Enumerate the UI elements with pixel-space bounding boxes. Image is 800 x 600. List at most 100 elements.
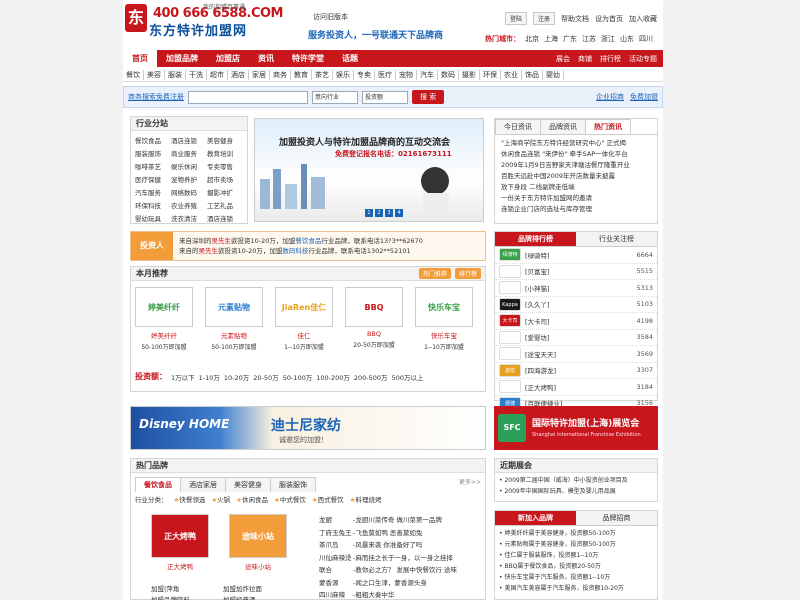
hot-brand-name[interactable]: 川仙麻辣烫 (319, 552, 353, 565)
industry-link[interactable]: 婴幼玩具 (135, 213, 171, 223)
subnav-item[interactable]: 教育 (291, 69, 312, 80)
ticker-brand[interactable]: 数码科技 (282, 247, 308, 255)
industry-link[interactable]: 工艺礼品 (207, 200, 243, 210)
ranking-name[interactable]: [绿骑特] (525, 250, 636, 260)
category-item[interactable]: ★快餐领选 (174, 494, 206, 504)
brand-name[interactable]: 元素贴物 (205, 330, 263, 340)
industry-link[interactable]: 商业服务 (171, 148, 207, 158)
banner-dot[interactable]: 4 (395, 209, 403, 217)
tab-beauty[interactable]: 美容健身 (225, 477, 271, 492)
nav-right-link[interactable]: 商铺 (578, 54, 592, 64)
new-brand-item[interactable]: • 佳仁属于服装服饰，投资额1--10万 (499, 550, 653, 561)
logo-mark[interactable]: 东 (125, 4, 147, 32)
subnav-item[interactable]: 超市 (207, 69, 228, 80)
category-link[interactable]: 快餐领选 (179, 496, 205, 504)
brand-logo[interactable]: JiaRen佳仁 (275, 287, 333, 327)
hot-list-item[interactable]: 丁府玉兔王 -飞鱼莫如鸭 恶善莫如兔 (319, 527, 457, 540)
brand-name[interactable]: 婷美纤纤 (135, 330, 193, 340)
industry-link[interactable]: 摄影冲扩 (207, 187, 243, 197)
category-item[interactable]: ★中式餐饮 (274, 494, 306, 504)
hot-recommend-button[interactable]: 热门推荐 (418, 268, 451, 279)
category-link[interactable]: 休闲食品 (242, 496, 268, 504)
nav-item-topics[interactable]: 话题 (333, 50, 367, 67)
tab-food[interactable]: 餐饮食品 (135, 477, 181, 492)
new-brand-text[interactable]: 快乐车宝属于汽车服务，投资额1--10万 (504, 574, 610, 581)
industry-link[interactable]: 汽车服务 (135, 187, 171, 197)
hot-logo[interactable]: 正大烤鸭 (151, 514, 209, 558)
subnav-item[interactable]: 农业 (501, 69, 522, 80)
subnav-item[interactable]: 美容 (144, 69, 165, 80)
subnav-item[interactable]: 环保 (480, 69, 501, 80)
help-link[interactable]: 帮助文档 (561, 14, 589, 24)
city-link[interactable]: 上海 (544, 34, 558, 44)
industry-link[interactable]: 网络数码 (171, 187, 207, 197)
ranking-name[interactable]: [途宝天天] (525, 349, 636, 359)
ranking-row[interactable]: 大卡司 [大卡司] 4198 (495, 313, 657, 330)
add-favorite-link[interactable]: 加入收藏 (629, 14, 657, 24)
city-link[interactable]: 山东 (620, 34, 634, 44)
hot-brand-name[interactable]: 丁府玉兔王 (319, 527, 353, 540)
hot-list-item[interactable]: 茶爪岛 -风暴来袭 你准备好了吗 (319, 539, 457, 552)
tab-brand-invest[interactable]: 品牌招商 (576, 511, 657, 526)
nav-right-link[interactable]: 排行榜 (600, 54, 621, 64)
industry-link[interactable]: 餐饮食品 (135, 135, 171, 145)
hot-name[interactable]: 正大烤鸭 (151, 561, 209, 571)
category-item[interactable]: ★西式餐饮 (312, 494, 344, 504)
brand-name[interactable]: BBQ (345, 330, 403, 338)
search-label-link[interactable]: 商务搜索免费注册 (128, 92, 184, 102)
tab-brand-news[interactable]: 品牌资讯 (540, 119, 586, 134)
ranking-row[interactable]: [小神猫] 5313 (495, 280, 657, 297)
tab-hotel[interactable]: 酒店家居 (180, 477, 226, 492)
news-item[interactable]: 连锁企业门店的选址与库存管理 (501, 204, 651, 215)
banner-dot[interactable]: 2 (375, 209, 383, 217)
ranking-name[interactable]: [正大烤鸭] (525, 382, 636, 392)
category-item[interactable]: ★料理烧烤 (350, 494, 382, 504)
news-item[interactable]: 百胜天远赴中国2009年开店数量未披露 (501, 171, 651, 182)
subnav-item[interactable]: 医疗 (375, 69, 396, 80)
hot-list-item[interactable]: 川仙麻辣烫 -麻而挂之长于一身，以一身之挂择 (319, 552, 457, 565)
ranking-name[interactable]: [贝富宝] (525, 266, 636, 276)
industry-link[interactable]: 农业养殖 (171, 200, 207, 210)
ranking-name[interactable]: [大卡司] (525, 316, 636, 326)
hot-list-item[interactable]: 龙厨 -龙厨川菜传奇 做川菜第一品牌 (319, 514, 457, 527)
category-item[interactable]: ★休闲食品 (236, 494, 268, 504)
ranking-row[interactable]: [爱婴坊] 3584 (495, 330, 657, 346)
recent-item[interactable]: • 2009年中国国际玩具、模型及婴儿用品展 (499, 486, 653, 497)
nav-item-home[interactable]: 首页 (123, 50, 157, 67)
brand-card[interactable]: 婷美纤纤 婷美纤纤 50-100万即加盟 (135, 287, 193, 351)
category-link[interactable]: 火锅 (217, 496, 230, 504)
new-brand-text[interactable]: 美国汽车美容属于汽车服务，投资额10-20万 (504, 585, 623, 592)
ranking-row[interactable]: [途宝天天] 3569 (495, 346, 657, 363)
hot-brand-name[interactable]: 四川麻辣 (319, 589, 353, 600)
subnav-item[interactable]: 餐饮 (123, 69, 144, 80)
subnav-item[interactable]: 专卖 (354, 69, 375, 80)
brand-card[interactable]: 元素贴物 元素贴物 50-100万即加盟 (205, 287, 263, 351)
search-input[interactable] (188, 90, 308, 104)
old-version-link[interactable]: 访问旧版本 (313, 12, 348, 22)
search-button[interactable]: 搜 索 (412, 90, 445, 104)
invest-range-link[interactable]: 20-50万 (253, 372, 278, 382)
industry-link[interactable]: 教育培训 (207, 148, 243, 158)
subnav-item[interactable]: 摄影 (459, 69, 480, 80)
tab-new-brands[interactable]: 新加入品牌 (495, 511, 576, 526)
brand-name[interactable]: 快乐车宝 (415, 330, 473, 340)
ranking-button[interactable]: 排行榜 (454, 268, 481, 279)
hot-bottom-link[interactable]: 加盟品牌饮料 (151, 594, 223, 600)
industry-link[interactable]: 娱乐休闲 (171, 161, 207, 171)
nav-right-link[interactable]: 活动专题 (629, 54, 657, 64)
brand-card[interactable]: JiaRen佳仁 佳仁 1--10万即加盟 (275, 287, 333, 351)
city-link[interactable]: 江苏 (582, 34, 596, 44)
brand-logo[interactable]: BBQ (345, 287, 403, 327)
industry-link[interactable]: 酒店连锁 (171, 135, 207, 145)
industry-link[interactable]: 超市卖场 (207, 174, 243, 184)
brand-logo[interactable]: 婷美纤纤 (135, 287, 193, 327)
hot-card[interactable]: 途味小站 途味小站 (229, 514, 287, 571)
hot-brand-name[interactable]: 龙厨 (319, 514, 353, 527)
hot-bottom-link[interactable]: 加盟|萍角 (151, 583, 223, 593)
site-name[interactable]: 东方特许加盟网 (149, 20, 247, 39)
nav-item-school[interactable]: 特许学堂 (283, 50, 333, 67)
hot-bottom-link[interactable]: 加盟经典酒 (223, 594, 295, 600)
new-brand-text[interactable]: 元素贴物属于美容健身，投资额50-100万 (504, 541, 615, 548)
brand-card[interactable]: BBQ BBQ 20-50万即加盟 (345, 287, 403, 351)
ranking-name[interactable]: [小神猫] (525, 283, 636, 293)
